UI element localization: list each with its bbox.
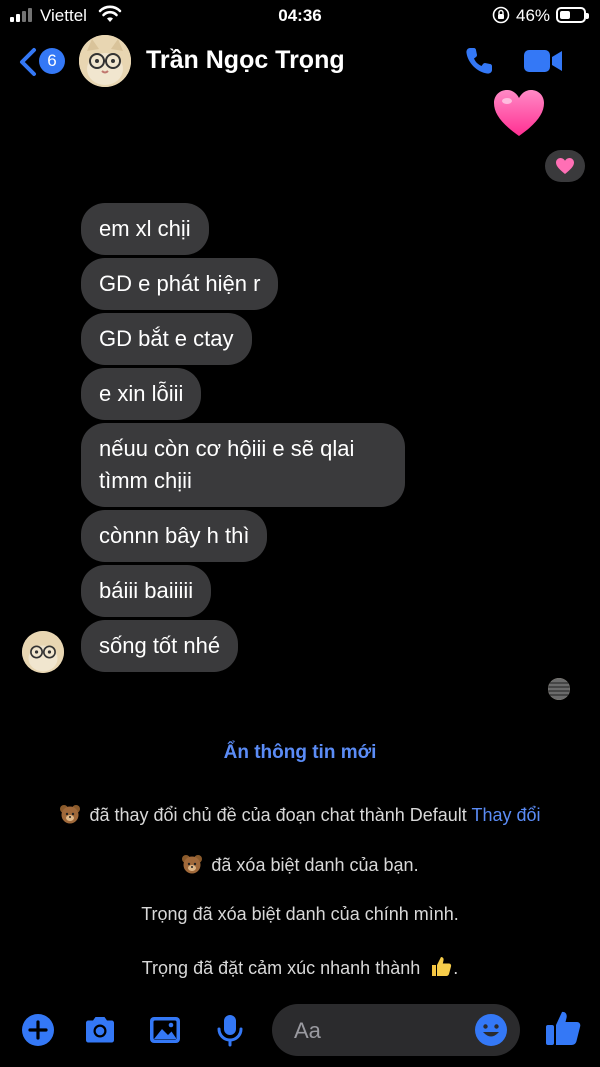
notice-text: đã xóa biệt danh của bạn.: [211, 855, 419, 875]
nickname-removed-notice: đã xóa biệt danh của bạn.: [0, 854, 600, 876]
message-bubble[interactable]: em xl chịi: [81, 203, 209, 255]
microphone-icon[interactable]: [212, 1012, 248, 1048]
own-nickname-removed-notice: Trọng đã xóa biệt danh của chính mình.: [141, 904, 459, 924]
sender-avatar[interactable]: [22, 631, 64, 673]
message-input-placeholder: Aa: [294, 1018, 321, 1043]
message-bubble[interactable]: nếuu còn cơ hộiii e sẽ qlai tìmm chịii: [81, 423, 405, 507]
video-camera-icon[interactable]: [522, 46, 564, 76]
camera-icon[interactable]: [82, 1012, 118, 1048]
quick-reaction-notice: Trọng đã đặt cảm xúc nhanh thành .: [0, 954, 600, 979]
message-composer: Aa: [0, 1000, 600, 1067]
battery-percentage: 46%: [516, 6, 551, 25]
message-bubble[interactable]: báiii baiiiii: [81, 565, 212, 617]
heart-reaction[interactable]: [545, 150, 585, 182]
bear-icon: [60, 805, 81, 824]
phone-icon[interactable]: [462, 44, 496, 78]
message-input[interactable]: Aa: [272, 1004, 520, 1056]
plus-icon[interactable]: [20, 1012, 56, 1048]
heart-sticker-icon: [494, 90, 544, 136]
contact-name[interactable]: Trần Ngọc Trọng: [146, 46, 345, 75]
emoji-icon[interactable]: [474, 1013, 508, 1047]
battery-icon: [556, 7, 589, 23]
message-bubble[interactable]: sống tốt nhé: [81, 620, 239, 672]
seen-receipt-avatar: [548, 678, 570, 700]
image-icon[interactable]: [147, 1012, 183, 1048]
bear-icon: [182, 855, 203, 874]
heart-icon: [556, 158, 574, 174]
thumbs-up-icon[interactable]: [544, 1008, 584, 1048]
rotation-lock-icon: [492, 6, 510, 24]
clock: 04:36: [278, 6, 322, 25]
hide-new-info-link[interactable]: Ẩn thông tin mới: [0, 742, 600, 764]
notice-text: đã thay đổi chủ đề của đoạn chat thành D…: [89, 805, 467, 825]
notice-text: Trọng đã đặt cảm xúc nhanh thành: [141, 958, 421, 978]
message-bubble[interactable]: cònnn bây h thì: [81, 510, 268, 562]
message-bubble[interactable]: GD e phát hiện r: [81, 258, 279, 310]
message-bubble[interactable]: GD bắt e ctay: [81, 313, 252, 365]
contact-avatar[interactable]: [79, 35, 131, 87]
theme-change-notice: đã thay đổi chủ đề của đoạn chat thành D…: [0, 804, 600, 826]
change-theme-link[interactable]: Thay đổi: [471, 805, 540, 825]
unread-count-badge[interactable]: 6: [39, 48, 65, 74]
thumbs-up-emoji-icon: [432, 957, 452, 976]
status-bar: Viettel 04:36 46%: [0, 0, 600, 30]
message-bubble[interactable]: e xin lỗiii: [81, 368, 202, 420]
